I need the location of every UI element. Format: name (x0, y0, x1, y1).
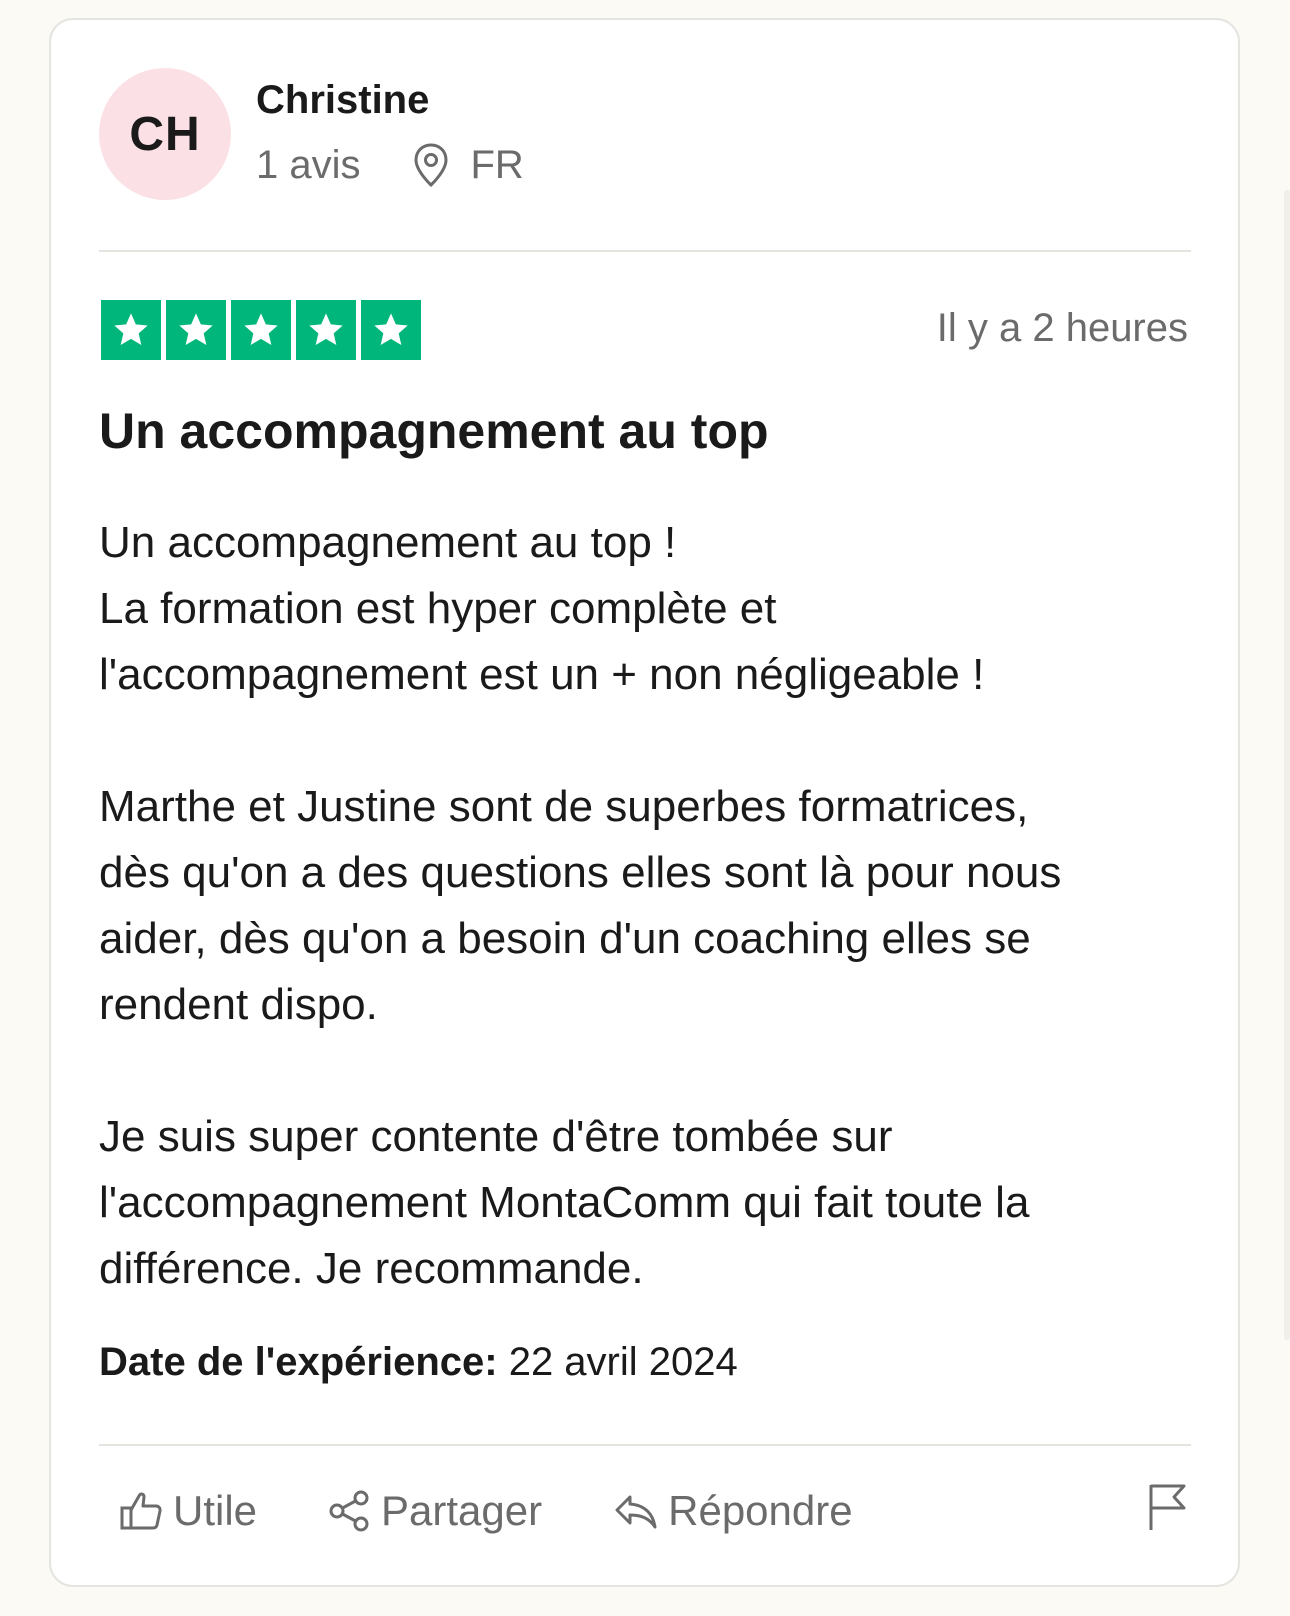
experience-date: Date de l'expérience: 22 avril 2024 (99, 1340, 738, 1385)
review-paragraph: Marthe et Justine sont de superbes forma… (99, 774, 1199, 1038)
star-icon (309, 313, 343, 345)
share-icon (329, 1490, 369, 1532)
review-card: CH Christine 1 avis FR Il y a 2 heures U… (49, 18, 1240, 1587)
star-icon (374, 313, 408, 345)
review-line: aider, dès qu'on a besoin d'un coaching … (99, 914, 1031, 963)
reply-label: Répondre (668, 1487, 853, 1534)
share-label: Partager (381, 1487, 543, 1534)
reply-icon (615, 1495, 657, 1529)
star-rating (101, 300, 421, 360)
review-line: l'accompagnement MontaComm qui fait tout… (99, 1178, 1030, 1227)
rating-star (296, 300, 356, 360)
useful-button[interactable]: Utile (119, 1487, 257, 1535)
review-line: Je suis super contente d'être tombée sur (99, 1112, 893, 1161)
reply-button[interactable]: Répondre (614, 1487, 853, 1535)
review-line: différence. Je recommande. (99, 1244, 644, 1293)
experience-date-label: Date de l'expérience: (99, 1340, 498, 1384)
review-line: l'accompagnement est un + non négligeabl… (99, 650, 985, 699)
flag-icon[interactable] (1146, 1482, 1188, 1532)
review-body: Un accompagnement au top ! La formation e… (99, 510, 1199, 1302)
rating-star (166, 300, 226, 360)
reviewer-country: FR (470, 142, 524, 187)
review-paragraph: Un accompagnement au top ! La formation e… (99, 510, 1199, 708)
experience-date-value: 22 avril 2024 (508, 1340, 738, 1384)
review-line: dès qu'on a des questions elles sont là … (99, 848, 1062, 897)
review-paragraph: Je suis super contente d'être tombée sur… (99, 1104, 1199, 1302)
avatar-initials: CH (129, 107, 201, 161)
page-scrollbar[interactable] (1284, 190, 1290, 1340)
review-count: 1 avis (256, 142, 361, 187)
review-title[interactable]: Un accompagnement au top (99, 402, 769, 460)
header-divider (99, 250, 1191, 252)
rating-star (101, 300, 161, 360)
review-actions: Utile Partager Répondre (119, 1487, 853, 1535)
review-line: Marthe et Justine sont de superbes forma… (99, 782, 1029, 831)
star-icon (114, 313, 148, 345)
star-icon (244, 313, 278, 345)
thumbs-up-icon (120, 1492, 162, 1530)
review-relative-date: Il y a 2 heures (936, 306, 1188, 350)
rating-star (361, 300, 421, 360)
reviewer-name[interactable]: Christine (256, 78, 429, 123)
star-icon (179, 313, 213, 345)
share-button[interactable]: Partager (327, 1487, 542, 1535)
review-line: Un accompagnement au top ! (99, 518, 677, 567)
review-line: La formation est hyper complète et (99, 584, 777, 633)
useful-label: Utile (173, 1487, 258, 1534)
reviewer-meta: 1 avis FR (256, 142, 524, 188)
footer-divider (99, 1444, 1191, 1446)
avatar[interactable]: CH (99, 68, 231, 200)
review-line: rendent dispo. (99, 980, 378, 1029)
map-pin-icon (413, 143, 448, 188)
rating-star (231, 300, 291, 360)
